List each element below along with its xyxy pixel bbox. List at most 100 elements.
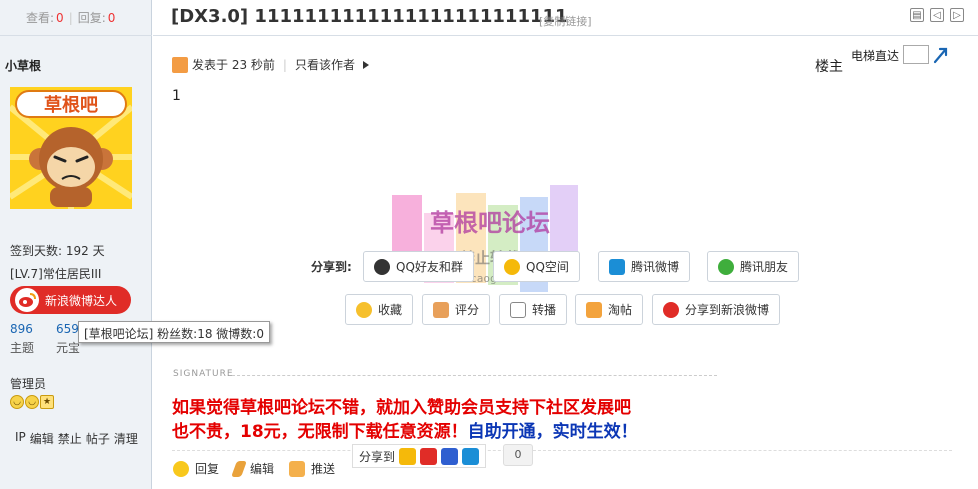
- share-sina-weibo-button[interactable]: 分享到新浪微博: [652, 294, 781, 325]
- push-icon: [289, 460, 306, 477]
- views-count: 0: [56, 10, 64, 25]
- share-tencent-weibo-button[interactable]: 腾讯微博: [598, 251, 691, 282]
- post-time: 发表于 23 秒前: [192, 58, 275, 72]
- rebroadcast-label: 转播: [532, 303, 557, 317]
- share-qzone-button[interactable]: QQ空间: [493, 251, 580, 282]
- push-label: 推送: [311, 462, 336, 476]
- elevator-input[interactable]: [903, 45, 929, 64]
- rebroadcast-button[interactable]: 转播: [499, 294, 568, 325]
- admin-posts-link[interactable]: 帖子: [86, 430, 110, 447]
- push-button[interactable]: 推送: [289, 460, 335, 477]
- title-tools: ▤ ◁ ▷: [910, 8, 964, 22]
- qzone-star-icon: [504, 258, 520, 275]
- signature-line-1: 如果觉得草根吧论坛不错，就加入赞助会员支持下社区发展吧: [172, 398, 631, 418]
- star-medal-icon[interactable]: ★: [40, 395, 54, 409]
- elevator-label: 电梯直达: [851, 49, 900, 63]
- paw-share-icon[interactable]: [441, 447, 459, 465]
- stats-divider: |: [68, 10, 73, 25]
- weibo-badge-label: 新浪微博达人: [45, 293, 118, 308]
- weibo-icon: [15, 288, 39, 312]
- favorite-button[interactable]: 收藏: [345, 294, 414, 325]
- admin-ip-link[interactable]: IP: [15, 430, 26, 447]
- sina-share-icon[interactable]: [420, 447, 438, 465]
- prev-thread-icon[interactable]: ◁: [930, 8, 944, 22]
- pencil-icon: [231, 460, 247, 477]
- signature-line-2: 也不贵，18元，无限制下载任意资源！自助开通，实时生效！: [172, 417, 638, 442]
- share-tencent-friends-label: 腾讯朋友: [740, 260, 789, 274]
- edit-button[interactable]: 编辑: [231, 460, 275, 477]
- monkey-avatar-image: 草根吧: [10, 87, 132, 209]
- taotie-button[interactable]: 淘帖: [575, 294, 644, 325]
- signature-line-2-red: 也不贵，18元，无限制下载任意资源！: [172, 422, 468, 442]
- views-label: 查看:: [26, 11, 55, 25]
- share-count: 0: [503, 444, 533, 466]
- print-icon[interactable]: ▤: [910, 8, 924, 22]
- post-footer-divider: [172, 450, 952, 451]
- post-actions: 回复 编辑 推送: [173, 460, 335, 477]
- author-sidebar: 查看: 0 | 回复: 0 小草根 草根吧 签到天数: 192 天 [LV.7]…: [0, 0, 152, 489]
- reply-button[interactable]: 回复: [173, 460, 219, 477]
- weibo-expert-badge[interactable]: 新浪微博达人: [10, 286, 131, 314]
- forum-post-page: { "sidebar": { "views_label": "查看:", "vi…: [0, 0, 978, 489]
- share-qzone-label: QQ空间: [526, 260, 569, 274]
- copy-link[interactable]: [复制链接]: [539, 13, 592, 29]
- share-qq-friends-label: QQ好友和群: [396, 260, 463, 274]
- next-thread-icon[interactable]: ▷: [950, 8, 964, 22]
- medals: ◡ ◡ ★: [10, 395, 54, 409]
- share-qq-friends-button[interactable]: QQ好友和群: [363, 251, 474, 282]
- share-tencent-weibo-label: 腾讯微博: [631, 260, 680, 274]
- rate-button[interactable]: 评分: [422, 294, 491, 325]
- clover-icon: [718, 258, 734, 275]
- sina-weibo-icon: [663, 301, 679, 318]
- admin-edit-link[interactable]: 编辑: [30, 430, 54, 447]
- reply-label: 回复: [195, 462, 220, 476]
- thumbs-up-icon: [433, 301, 449, 318]
- edit-label: 编辑: [250, 462, 275, 476]
- tencent-share-icon[interactable]: [462, 447, 480, 465]
- thread-stats: 查看: 0 | 回复: 0: [0, 0, 152, 36]
- star-icon: [356, 301, 372, 318]
- tencent-weibo-icon: [609, 258, 625, 275]
- weibo-tooltip: [草根吧论坛] 粉丝数:18 微博数:0: [78, 321, 270, 343]
- count-value: 896: [10, 322, 33, 336]
- share-tencent-friends-button[interactable]: 腾讯朋友: [707, 251, 800, 282]
- reply-bubble-icon: [173, 460, 189, 477]
- elevator-go-icon[interactable]: [931, 45, 951, 65]
- smile-medal-icon[interactable]: ◡: [10, 395, 24, 409]
- rate-label: 评分: [455, 303, 480, 317]
- admin-clean-link[interactable]: 清理: [114, 430, 138, 447]
- floor-number: 楼主: [815, 59, 843, 75]
- admin-links: IP 编辑 禁止 帖子 清理: [15, 430, 138, 447]
- share-label: 分享到:: [311, 260, 352, 274]
- signature-divider: [232, 375, 717, 376]
- taotie-label: 淘帖: [608, 303, 633, 317]
- author-online-icon: [172, 56, 188, 73]
- rebroadcast-icon: [510, 301, 526, 318]
- count-threads[interactable]: 896 主题: [10, 322, 56, 356]
- avatar-text: 草根吧: [44, 94, 98, 116]
- count-label: 主题: [10, 341, 35, 355]
- only-author-link[interactable]: 只看该作者: [295, 56, 355, 73]
- qq-penguin-icon: [374, 258, 390, 275]
- signature-label: SIGNATURE: [173, 369, 234, 379]
- replies-label: 回复:: [77, 11, 106, 25]
- favorite-label: 收藏: [378, 303, 403, 317]
- replies-count: 0: [107, 10, 116, 25]
- post-content: 1: [172, 88, 181, 104]
- watermark-title: 草根吧论坛: [430, 209, 550, 237]
- avatar[interactable]: 草根吧: [10, 87, 132, 209]
- post-meta: 发表于 23 秒前 | 只看该作者: [172, 56, 369, 73]
- thread-title-bar: [DX3.0] 1111111111111111111111111 [复制链接]…: [153, 0, 978, 36]
- sign-days: 签到天数: 192 天: [10, 244, 105, 258]
- author-username[interactable]: 小草根: [5, 57, 41, 74]
- smile-medal-icon[interactable]: ◡: [25, 395, 39, 409]
- meta-divider: |: [282, 57, 287, 72]
- qzone-share-icon[interactable]: [399, 447, 417, 465]
- taotie-icon: [586, 301, 602, 318]
- admin-ban-link[interactable]: 禁止: [58, 430, 82, 447]
- user-level[interactable]: [LV.7]常住居民III: [10, 265, 101, 282]
- arrow-right-icon: [362, 60, 369, 69]
- user-role: 管理员: [10, 377, 47, 391]
- thread-title: [DX3.0] 1111111111111111111111111: [171, 6, 568, 27]
- signature-vip-link[interactable]: 自助开通，实时生效！: [468, 422, 638, 442]
